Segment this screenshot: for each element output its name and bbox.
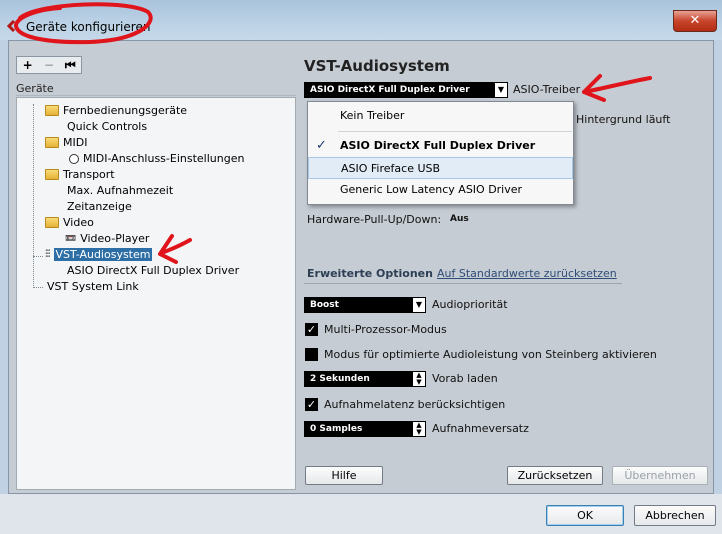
driver-option-none[interactable]: Kein Treiber bbox=[308, 105, 573, 127]
section-title: VST-Audiosystem bbox=[304, 57, 450, 75]
remove-device-button[interactable]: − bbox=[40, 58, 58, 72]
tree-item-quick-controls[interactable]: Quick Controls bbox=[67, 119, 147, 135]
hw-pull-value: Aus bbox=[450, 214, 469, 224]
tree-item-midi[interactable]: MIDI bbox=[45, 135, 87, 151]
steinberg-mode-checkbox[interactable] bbox=[305, 348, 318, 361]
tree-item-transport[interactable]: Transport bbox=[45, 167, 115, 183]
spinner-arrows-icon: ▲ ▼ bbox=[412, 421, 426, 437]
device-tree-header: Geräte bbox=[16, 82, 296, 96]
window-title: Geräte konfigurieren bbox=[26, 20, 151, 34]
window-frame-right bbox=[714, 40, 722, 494]
driver-option-directx[interactable]: ✓ ASIO DirectX Full Duplex Driver bbox=[308, 135, 573, 157]
tree-guide-line bbox=[33, 104, 34, 288]
tree-item-video-player[interactable]: 📼 Video-Player bbox=[65, 231, 149, 247]
reset-device-button[interactable]: ⏮ bbox=[61, 58, 79, 73]
driver-option-fireface[interactable]: ASIO Fireface USB bbox=[308, 157, 573, 179]
chevron-down-icon: ▼ bbox=[412, 297, 426, 313]
apply-button[interactable]: Übernehmen bbox=[612, 466, 708, 485]
device-tree: Fernbedienungsgeräte Quick Controls MIDI… bbox=[16, 97, 296, 490]
background-setting-text: Hintergrund läuft bbox=[576, 113, 671, 126]
tree-item-zeitanzeige[interactable]: Zeitanzeige bbox=[67, 199, 132, 215]
tab-erweiterte-optionen[interactable]: Erweiterte Optionen bbox=[307, 267, 433, 280]
window-frame-left bbox=[0, 40, 8, 494]
reset-button[interactable]: Zurücksetzen bbox=[507, 466, 603, 485]
vorab-laden-stepper[interactable]: 2 Sekunden ▲ ▼ bbox=[304, 371, 426, 387]
device-toolbar: + − ⏮ bbox=[16, 56, 82, 74]
close-button[interactable]: ✕ bbox=[673, 10, 717, 32]
add-device-button[interactable]: + bbox=[19, 58, 37, 72]
vorab-laden-label: Vorab laden bbox=[432, 372, 498, 385]
asio-driver-label: ASIO-Treiber bbox=[513, 83, 581, 96]
driver-option-generic[interactable]: Generic Low Latency ASIO Driver bbox=[308, 179, 573, 201]
hw-pull-label: Hardware-Pull-Up/Down: bbox=[307, 213, 442, 226]
tree-guide-line bbox=[33, 287, 43, 288]
tree-item-video[interactable]: Video bbox=[45, 215, 94, 231]
latenz-checkbox[interactable]: ✓ bbox=[305, 398, 318, 411]
popup-separator bbox=[338, 131, 572, 132]
tree-item-fernbedienung[interactable]: Fernbedienungsgeräte bbox=[45, 103, 187, 119]
cancel-button[interactable]: Abbrechen bbox=[634, 505, 716, 526]
window-titlebar: Geräte konfigurieren ✕ bbox=[0, 0, 722, 40]
tree-item-vst-audiosystem[interactable]: ⫶⫶⫶ VST-Audiosystem bbox=[45, 247, 153, 263]
tree-item-midi-anschluss[interactable]: MIDI-Anschluss-Einstellungen bbox=[69, 151, 244, 167]
audio-priority-label: Audiopriorität bbox=[432, 298, 508, 311]
tree-item-max-aufnahmezeit[interactable]: Max. Aufnahmezeit bbox=[67, 183, 173, 199]
tree-item-vst-system-link[interactable]: VST System Link bbox=[47, 279, 139, 295]
reset-defaults-link[interactable]: Auf Standardwerte zurücksetzen bbox=[437, 267, 617, 280]
multiprozessor-checkbox[interactable]: ✓ bbox=[305, 323, 318, 336]
steinberg-mode-label: Modus für optimierte Audioleistung von S… bbox=[324, 348, 657, 361]
aufnahmeversatz-stepper[interactable]: 0 Samples ▲ ▼ bbox=[304, 421, 426, 437]
ok-button[interactable]: OK bbox=[546, 505, 624, 526]
folder-icon bbox=[45, 168, 59, 180]
asio-driver-select[interactable]: ASIO DirectX Full Duplex Driver ▼ bbox=[304, 82, 508, 98]
tree-item-asio-driver[interactable]: ASIO DirectX Full Duplex Driver bbox=[67, 263, 239, 279]
folder-icon bbox=[45, 216, 59, 228]
aufnahmeversatz-label: Aufnahmeversatz bbox=[432, 422, 529, 435]
checkmark-icon: ✓ bbox=[316, 138, 327, 153]
tree-guide-line bbox=[33, 256, 43, 257]
chevron-down-icon: ▼ bbox=[494, 82, 508, 98]
folder-icon bbox=[45, 104, 59, 116]
audio-priority-select[interactable]: Boost ▼ bbox=[304, 297, 426, 313]
asio-driver-popup: Kein Treiber ✓ ASIO DirectX Full Duplex … bbox=[307, 101, 574, 205]
audio-wave-icon: ⫶⫶⫶ bbox=[45, 249, 50, 260]
folder-icon bbox=[45, 136, 59, 148]
options-tab-row: Erweiterte Optionen Auf Standardwerte zu… bbox=[304, 266, 622, 284]
help-button[interactable]: Hilfe bbox=[305, 466, 383, 485]
clock-icon bbox=[69, 154, 79, 164]
video-camera-icon: 📼 bbox=[65, 234, 77, 244]
latenz-label: Aufnahmelatenz berücksichtigen bbox=[324, 398, 506, 411]
multiprozessor-label: Multi-Prozessor-Modus bbox=[324, 323, 447, 336]
spinner-arrows-icon: ▲ ▼ bbox=[412, 371, 426, 387]
app-icon bbox=[6, 20, 16, 32]
